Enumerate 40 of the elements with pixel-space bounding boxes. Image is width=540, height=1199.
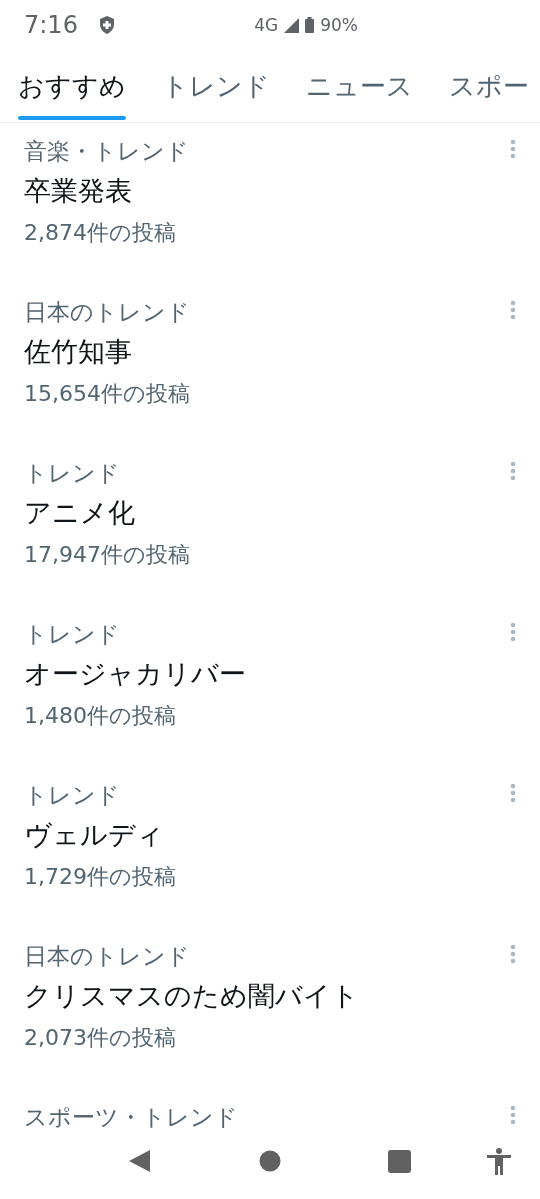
battery-percent: 90% [320, 15, 358, 35]
post-count: 17,947件の投稿 [24, 541, 190, 569]
trend-title[interactable]: クリスマスのため闇バイト [24, 972, 359, 1020]
trend-category: 日本のトレンド [24, 298, 190, 327]
signal-icon [284, 17, 300, 33]
tab[interactable]: スポー [449, 50, 529, 122]
shield-icon [97, 15, 116, 35]
more-icon[interactable] [510, 1105, 516, 1125]
more-icon[interactable] [510, 461, 516, 481]
post-count: 15,654件の投稿 [24, 380, 190, 408]
recents-icon[interactable] [388, 1149, 411, 1173]
home-icon[interactable] [259, 1150, 281, 1172]
more-icon[interactable] [510, 139, 516, 159]
trend-category: トレンド [24, 620, 120, 649]
tab[interactable]: ニュース [306, 50, 413, 122]
trend-title[interactable]: アニメ化 [24, 489, 135, 537]
back-icon[interactable] [129, 1149, 151, 1173]
tab[interactable]: トレンド [162, 50, 270, 122]
more-icon[interactable] [510, 944, 516, 964]
trend-title[interactable]: 佐竹知事 [24, 328, 132, 376]
more-icon[interactable] [510, 622, 516, 642]
trend-category: トレンド [24, 459, 120, 488]
trend-category: トレンド [24, 781, 120, 810]
post-count: 1,480件の投稿 [24, 702, 176, 730]
post-count: 2,073件の投稿 [24, 1024, 176, 1052]
accessibility-icon[interactable] [487, 1147, 511, 1175]
more-icon[interactable] [510, 300, 516, 320]
status-time: 7:16 [24, 11, 78, 39]
tab[interactable]: おすすめ [18, 50, 126, 122]
post-count: 2,874件の投稿 [24, 219, 176, 247]
battery-icon [305, 17, 315, 33]
network-type: 4G [254, 15, 279, 35]
trend-category: スポーツ・トレンド [24, 1103, 238, 1129]
more-icon[interactable] [510, 783, 516, 803]
trend-category: 音楽・トレンド [24, 137, 189, 166]
post-count: 1,729件の投稿 [24, 863, 176, 891]
trend-category: 日本のトレンド [24, 942, 190, 971]
trend-title[interactable]: オージャカリバー [24, 650, 246, 698]
trend-title[interactable]: 卒業発表 [24, 167, 132, 215]
trend-title[interactable]: ヴェルディ [24, 811, 164, 859]
